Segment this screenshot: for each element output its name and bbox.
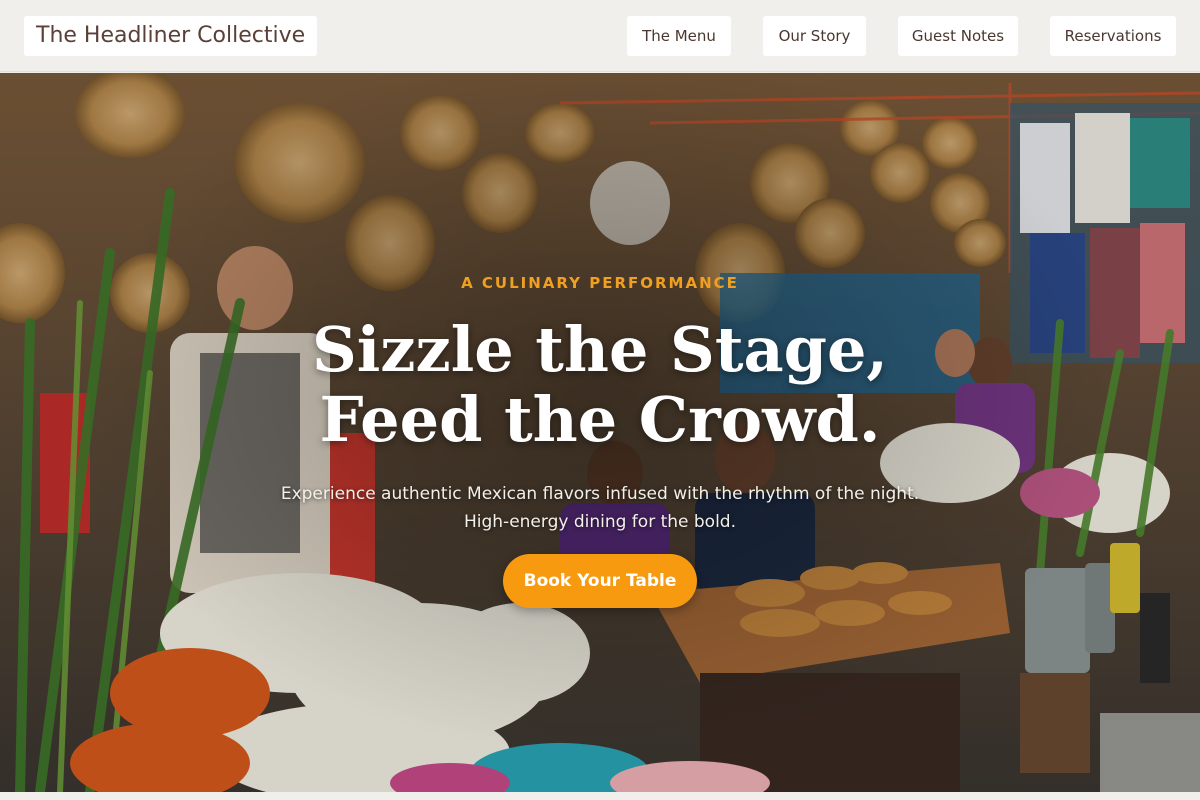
hero-headline-line2: Feed the Crowd. [319, 383, 881, 456]
brand-logo[interactable]: The Headliner Collective [24, 16, 318, 56]
hero-section: A CULINARY PERFORMANCE Sizzle the Stage,… [0, 73, 1200, 792]
page-bottom-edge [0, 792, 1200, 800]
nav-reservations[interactable]: Reservations [1050, 16, 1176, 56]
hero-subtitle-line2: High-energy dining for the bold. [463, 512, 737, 532]
hero-eyebrow: A CULINARY PERFORMANCE [461, 274, 739, 292]
hero-subtitle-line1: Experience authentic Mexican flavors inf… [280, 484, 920, 504]
book-table-button[interactable]: Book Your Table [503, 554, 697, 608]
nav-guest-notes[interactable]: Guest Notes [898, 16, 1018, 56]
site-header: The Headliner Collective The Menu Our St… [0, 0, 1200, 72]
nav-our-story[interactable]: Our Story [763, 16, 866, 56]
nav-menu[interactable]: The Menu [627, 16, 731, 56]
hero-headline-line1: Sizzle the Stage, [311, 313, 889, 386]
